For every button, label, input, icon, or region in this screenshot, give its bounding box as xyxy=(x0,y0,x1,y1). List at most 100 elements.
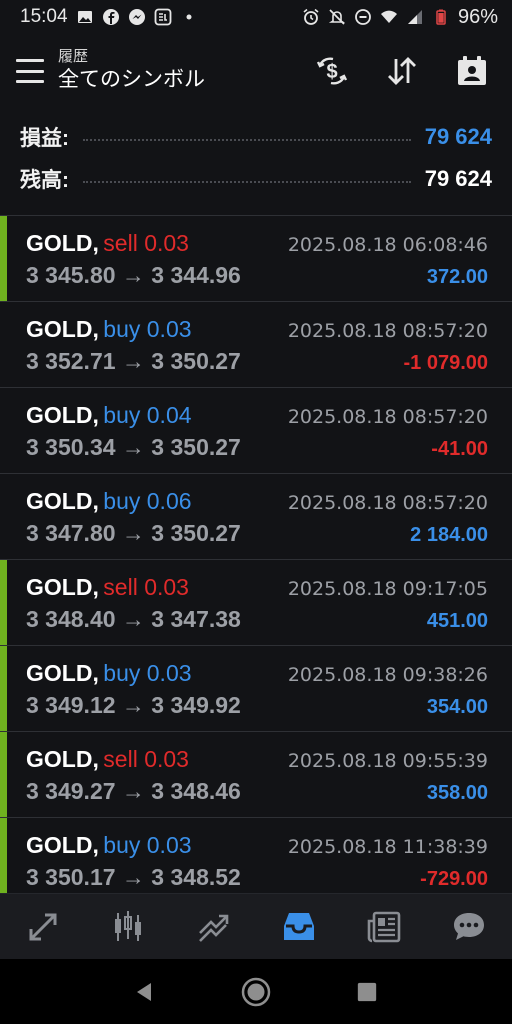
deal-bottom-line: 3 350.17 → 3 348.52 -729.00 xyxy=(26,864,488,891)
newspaper-icon xyxy=(367,911,401,942)
gallery-icon xyxy=(76,8,94,26)
deal-top-line: GOLD, sell 0.03 2025.08.18 09:17:05 xyxy=(26,574,488,606)
quotes-icon xyxy=(29,913,57,940)
sort-button[interactable] xyxy=(378,49,426,93)
deal-symbol-side: GOLD, buy 0.03 xyxy=(26,316,192,343)
deal-symbol: GOLD, xyxy=(26,832,99,858)
closed-position-marker xyxy=(0,560,7,645)
deal-side-volume: sell 0.03 xyxy=(103,746,189,772)
deal-symbol-side: GOLD, buy 0.03 xyxy=(26,660,192,687)
wifi-icon xyxy=(380,8,398,26)
deal-profit: 358.00 xyxy=(426,782,488,804)
app-icon xyxy=(154,8,172,26)
deal-side-volume: buy 0.03 xyxy=(103,660,192,686)
deal-time: 2025.08.18 09:38:26 xyxy=(287,664,488,686)
page-title[interactable]: 全てのシンボル xyxy=(58,66,308,94)
deal-row[interactable]: GOLD, buy 0.03 2025.08.18 09:38:26 3 349… xyxy=(0,646,512,732)
inbox-icon xyxy=(283,912,314,940)
deal-symbol: GOLD, xyxy=(26,746,99,772)
deal-bottom-line: 3 345.80 → 3 344.96 372.00 xyxy=(26,262,488,289)
period-button[interactable] xyxy=(448,49,496,93)
page-subtitle: 履歴 xyxy=(58,48,89,65)
deal-symbol-side: GOLD, sell 0.03 xyxy=(26,574,189,601)
deal-top-line: GOLD, buy 0.04 2025.08.18 08:57:20 xyxy=(26,402,488,434)
trade-icon xyxy=(199,914,229,942)
deal-symbol-side: GOLD, sell 0.03 xyxy=(26,746,189,773)
deal-row[interactable]: GOLD, sell 0.03 2025.08.18 06:08:46 3 34… xyxy=(0,216,512,302)
history-tab[interactable] xyxy=(272,900,326,954)
dnd-icon xyxy=(354,8,372,26)
deal-bottom-line: 3 350.34 → 3 350.27 -41.00 xyxy=(26,434,488,461)
profit-row: 損益: 79 624 xyxy=(20,116,492,158)
menu-bar-line xyxy=(16,69,44,73)
recents-square-icon xyxy=(357,982,376,1001)
svg-text:$: $ xyxy=(326,61,337,83)
deal-row[interactable]: GOLD, buy 0.03 2025.08.18 08:57:20 3 352… xyxy=(0,302,512,388)
deal-symbol: GOLD, xyxy=(26,488,99,514)
deal-side-volume: buy 0.04 xyxy=(103,402,192,428)
chat-icon xyxy=(454,912,485,940)
menu-bar-line xyxy=(16,59,44,62)
home-circle-icon xyxy=(241,977,271,1006)
chart-tab[interactable] xyxy=(101,900,155,954)
deal-row[interactable]: GOLD, buy 0.06 2025.08.18 08:57:20 3 347… xyxy=(0,474,512,560)
quotes-tab[interactable] xyxy=(16,900,70,954)
appbar-actions: $ xyxy=(308,49,496,93)
currency-exchange-button[interactable]: $ xyxy=(308,49,356,93)
messenger-icon xyxy=(128,8,146,26)
deal-prices: 3 348.40 → 3 347.38 xyxy=(26,606,241,632)
deal-time: 2025.08.18 08:57:20 xyxy=(287,406,488,428)
deal-row[interactable]: GOLD, sell 0.03 2025.08.18 09:55:39 3 34… xyxy=(0,732,512,818)
deal-top-line: GOLD, buy 0.06 2025.08.18 08:57:20 xyxy=(26,488,488,520)
status-right: 96% xyxy=(302,6,498,29)
deal-row[interactable]: GOLD, sell 0.03 2025.08.18 09:17:05 3 34… xyxy=(0,560,512,646)
news-tab[interactable] xyxy=(357,900,411,954)
deal-top-line: GOLD, buy 0.03 2025.08.18 11:38:39 xyxy=(26,832,488,864)
alarm-icon xyxy=(302,8,320,26)
deal-top-line: GOLD, sell 0.03 2025.08.18 09:55:39 xyxy=(26,746,488,778)
profit-value: 79 624 xyxy=(424,124,492,149)
menu-button[interactable] xyxy=(16,59,44,83)
trade-tab[interactable] xyxy=(186,900,240,954)
calendar-person-icon xyxy=(458,56,486,85)
balance-label: 残高: xyxy=(20,169,69,192)
deal-profit: 372.00 xyxy=(426,266,488,288)
closed-position-marker xyxy=(0,216,7,301)
deal-row[interactable]: GOLD, buy 0.03 2025.08.18 11:38:39 3 350… xyxy=(0,818,512,904)
deal-row[interactable]: GOLD, buy 0.04 2025.08.18 08:57:20 3 350… xyxy=(0,388,512,474)
deal-symbol: GOLD, xyxy=(26,316,99,342)
bottom-tab-bar xyxy=(0,893,512,959)
home-button[interactable] xyxy=(234,970,278,1014)
dotted-leader xyxy=(83,139,411,141)
summary-panel: 損益: 79 624 残高: 79 624 xyxy=(0,108,512,215)
recents-button[interactable] xyxy=(345,970,389,1014)
back-button[interactable] xyxy=(123,970,167,1014)
deal-symbol-side: GOLD, buy 0.03 xyxy=(26,832,192,859)
menu-bar-line xyxy=(16,80,44,83)
currency-exchange-icon: $ xyxy=(316,57,348,85)
status-bar: 15:04 96% xyxy=(0,0,512,34)
back-triangle-icon xyxy=(137,982,152,1001)
deal-symbol: GOLD, xyxy=(26,574,99,600)
deal-symbol-side: GOLD, sell 0.03 xyxy=(26,230,189,257)
deal-time: 2025.08.18 08:57:20 xyxy=(287,320,488,342)
deal-profit: -41.00 xyxy=(431,438,488,460)
deals-list: GOLD, sell 0.03 2025.08.18 06:08:46 3 34… xyxy=(0,215,512,904)
system-nav-bar xyxy=(0,959,512,1024)
mute-icon xyxy=(328,8,346,26)
deal-time: 2025.08.18 11:38:39 xyxy=(287,836,488,858)
balance-value: 79 624 xyxy=(424,166,492,191)
deal-side-volume: sell 0.03 xyxy=(103,230,189,256)
candlestick-icon xyxy=(114,910,141,941)
messages-tab[interactable] xyxy=(442,900,496,954)
closed-position-marker xyxy=(0,818,7,903)
deal-bottom-line: 3 352.71 → 3 350.27 -1 079.00 xyxy=(26,348,488,375)
battery-icon xyxy=(432,8,450,26)
deal-profit: 354.00 xyxy=(426,696,488,718)
deal-symbol: GOLD, xyxy=(26,402,99,428)
deal-prices: 3 349.27 → 3 348.46 xyxy=(26,778,241,804)
top-app-bar: 履歴 全てのシンボル $ xyxy=(0,34,512,108)
facebook-icon xyxy=(102,8,120,26)
deal-symbol-side: GOLD, buy 0.06 xyxy=(26,488,192,515)
deal-top-line: GOLD, sell 0.03 2025.08.18 06:08:46 xyxy=(26,230,488,262)
